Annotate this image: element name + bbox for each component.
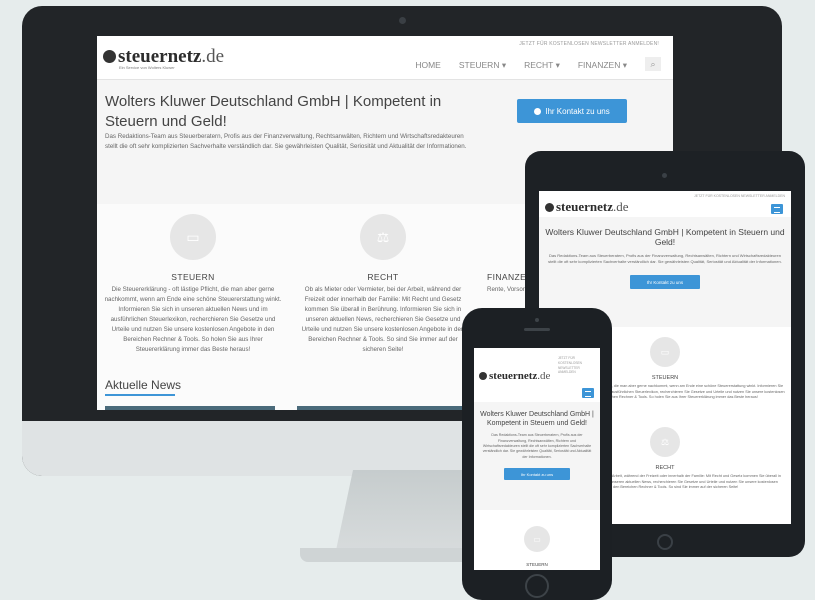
nav-steuern[interactable]: STEUERN ▾ [459,60,506,71]
hero-section: Wolters Kluwer Deutschland GmbH | Kompet… [474,402,600,510]
phone-screen: JETZT FÜR KOSTENLOSEN NEWSLETTER ANMELDE… [474,348,600,570]
feature-text: Die Steuererklärung - oft lästige Pflich… [104,286,282,353]
phone-device: JETZT FÜR KOSTENLOSEN NEWSLETTER ANMELDE… [462,308,612,600]
hero-title: Wolters Kluwer Deutschland GmbH | Kompet… [545,227,785,247]
contact-button[interactable]: Ihr Kontakt zu uns [630,275,700,289]
feature-text: Ob als Mieter oder Vermieter, bei der Ar… [301,286,465,353]
logo-name: steuernetz [556,199,614,214]
search-icon[interactable]: ⌕ [645,57,661,71]
logo-tld: .de [201,46,225,67]
site-logo[interactable]: steuernetz.de [479,370,550,382]
site-logo[interactable]: steuernetz.de Ein Service von Wolters Kl… [103,46,224,70]
feature-title[interactable]: STEUERN [103,272,283,282]
money-icon[interactable]: ▭ [170,214,216,260]
user-icon [534,107,542,115]
newsletter-link[interactable]: JETZT FÜR KOSTENLOSEN NEWSLETTER ANMELDE… [519,41,659,47]
feature-steuern: ▭ STEUERN [474,526,600,567]
news-underline [105,394,175,396]
menu-icon[interactable] [582,388,594,398]
site-logo[interactable]: steuernetz.de [545,199,629,215]
feature-title[interactable]: STEUERN [474,562,600,567]
logo-name: steuernetz [118,46,202,67]
tablet-camera [662,173,667,178]
nav-home[interactable]: HOME [415,60,441,71]
logo-coin-icon [479,372,487,380]
phone-home-button[interactable] [525,574,549,598]
contact-button-label: Ihr Kontakt zu uns [545,106,610,116]
hero-text: Das Redaktions-Team aus Steuerberatern, … [105,133,467,150]
contact-button[interactable]: Ihr Kontakt zu uns [517,99,627,123]
feature-title[interactable]: RECHT [297,272,469,282]
hero-text: Das Redaktions-Team aus Steuerberatern, … [482,433,592,459]
logo-name: steuernetz [489,370,538,382]
news-card[interactable] [297,406,467,410]
site-header: steuernetz.de Ein Service von Wolters Kl… [97,36,673,80]
logo-coin-icon [545,203,554,212]
logo-tld: .de [613,199,629,214]
monitor-camera [399,17,406,24]
main-nav: HOME STEUERN ▾ RECHT ▾ FINANZEN ▾ ⌕ [415,57,661,71]
news-heading: Aktuelle News [105,378,182,392]
news-card[interactable] [105,406,275,410]
scales-icon[interactable]: ⚖ [360,214,406,260]
money-icon[interactable]: ▭ [524,526,550,552]
scales-icon[interactable]: ⚖ [650,427,680,457]
logo-coin-icon [103,50,116,63]
menu-icon[interactable] [771,204,783,214]
money-icon[interactable]: ▭ [650,337,680,367]
logo-tld: .de [537,370,551,382]
feature-steuern: ▭ STEUERN Die Steuererklärung - oft läst… [103,214,283,354]
contact-button[interactable]: Ihr Kontakt zu uns [504,468,570,481]
hero-text: Das Redaktions-Team aus Steuerberatern, … [548,253,782,264]
tablet-home-button[interactable] [657,534,673,550]
newsletter-link[interactable]: JETZT FÜR KOSTENLOSEN NEWSLETTER ANMELDE… [558,356,594,375]
nav-recht[interactable]: RECHT ▾ [524,60,560,71]
hero-title: Wolters Kluwer Deutschland GmbH | Kompet… [480,411,594,428]
feature-recht: ⚖ RECHT Ob als Mieter oder Vermieter, be… [297,214,469,354]
newsletter-link[interactable]: JETZT FÜR KOSTENLOSEN NEWSLETTER ANMELDE… [694,194,785,198]
phone-camera [535,318,539,322]
hero-title: Wolters Kluwer Deutschland GmbH | Kompet… [105,93,442,131]
phone-speaker [524,328,550,331]
nav-finanzen[interactable]: FINANZEN ▾ [578,60,627,71]
